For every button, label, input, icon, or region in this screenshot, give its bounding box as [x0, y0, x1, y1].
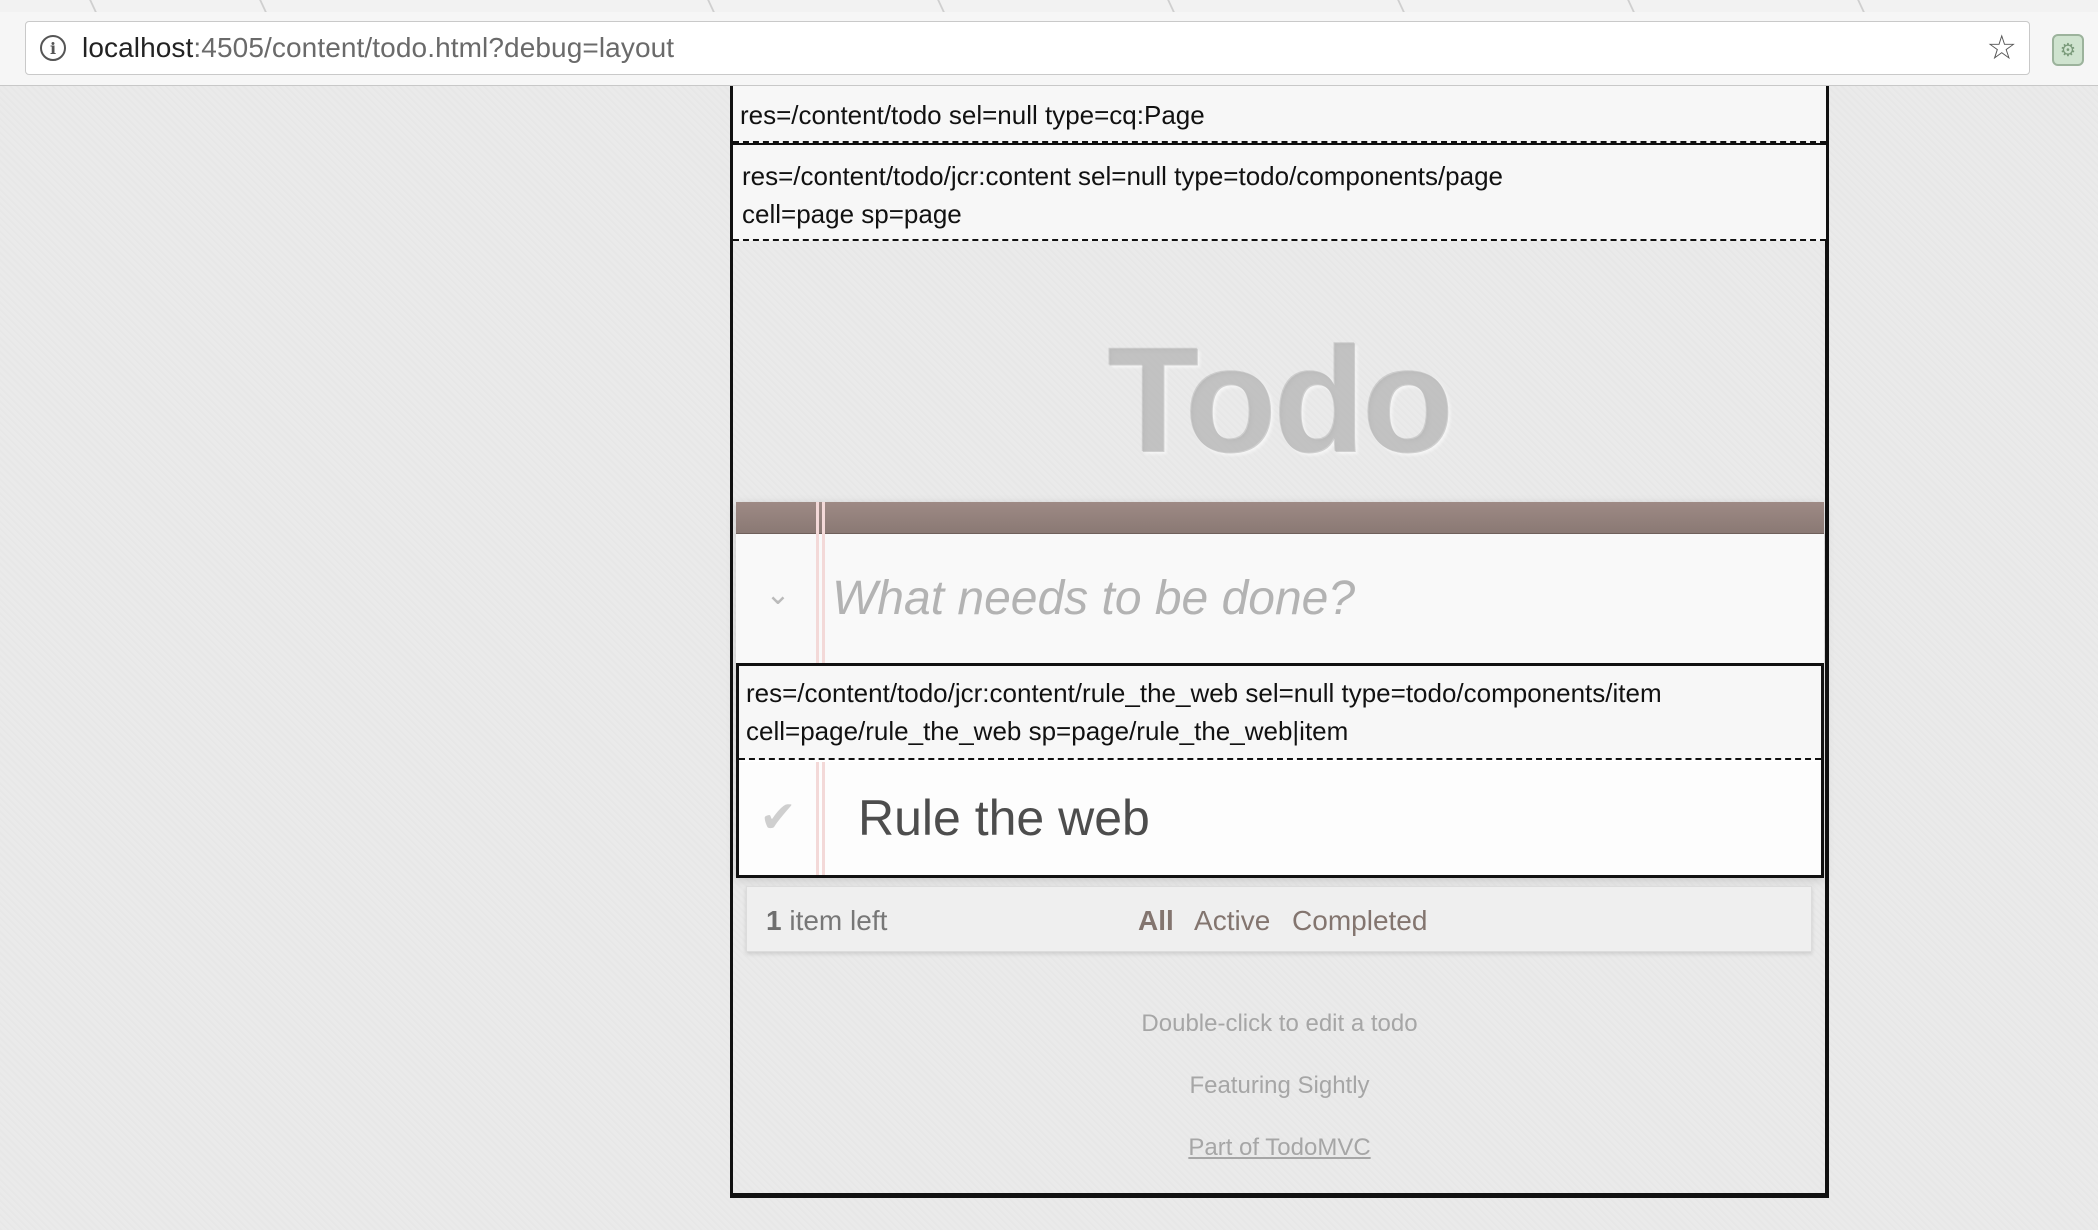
- tab-separator: [1857, 0, 1865, 12]
- todo-count: 1 item left: [766, 905, 887, 937]
- debug-item-label-line2: cell=page/rule_the_web sp=page/rule_the_…: [746, 716, 1349, 746]
- todo-count-text: item left: [781, 905, 888, 936]
- tab-separator: [707, 0, 715, 12]
- url-path: :4505/content/todo.html?debug=layout: [193, 32, 675, 63]
- todo-item-label[interactable]: Rule the web: [858, 790, 1150, 846]
- todomvc-link[interactable]: Part of TodoMVC: [1188, 1134, 1370, 1161]
- info-icon[interactable]: i: [40, 35, 66, 61]
- debug-item-label: res=/content/todo/jcr:content/rule_the_w…: [739, 666, 1821, 760]
- app-header-bar: [736, 502, 1824, 534]
- tab-separator: [937, 0, 945, 12]
- browser-toolbar: i localhost:4505/content/todo.html?debug…: [0, 12, 2098, 86]
- new-todo-input[interactable]: [832, 558, 1802, 638]
- extension-icon[interactable]: ⚙: [2052, 34, 2084, 66]
- filters: All Active Completed: [1138, 905, 1441, 937]
- filter-completed[interactable]: Completed: [1292, 905, 1427, 936]
- tab-separator: [1397, 0, 1405, 12]
- info-featuring: Featuring Sightly: [1189, 1072, 1370, 1099]
- url-host: localhost: [82, 32, 194, 63]
- tab-separator: [259, 0, 267, 12]
- address-bar[interactable]: i localhost:4505/content/todo.html?debug…: [25, 21, 2030, 75]
- url-text[interactable]: localhost:4505/content/todo.html?debug=l…: [82, 32, 674, 64]
- todo-count-number: 1: [766, 905, 782, 936]
- notebook-margin-line: [822, 762, 825, 875]
- bookmark-star-icon[interactable]: ☆: [1987, 30, 2017, 66]
- page-title: Todo: [1107, 316, 1454, 484]
- debug-content-label: res=/content/todo/jcr:content sel=null t…: [733, 145, 1826, 241]
- tab-separator: [89, 0, 97, 12]
- debug-page-label-text: res=/content/todo sel=null type=cq:Page: [740, 100, 1205, 130]
- notebook-margin-line: [816, 762, 819, 875]
- info-edit-hint: Double-click to edit a todo: [1141, 1010, 1418, 1037]
- info-todomvc: Part of TodoMVC: [733, 1134, 1826, 1162]
- toggle-all-chevron-icon[interactable]: ⌄︎: [760, 575, 796, 615]
- filter-all[interactable]: All: [1138, 905, 1174, 936]
- tab-separator: [1627, 0, 1635, 12]
- tab-separator: [1167, 0, 1175, 12]
- checkmark-icon[interactable]: ✔: [758, 790, 798, 846]
- debug-content-label-line1: res=/content/todo/jcr:content sel=null t…: [742, 161, 1504, 191]
- debug-item-label-line1: res=/content/todo/jcr:content/rule_the_w…: [746, 678, 1662, 708]
- debug-content-label-line2: cell=page sp=page: [742, 199, 962, 229]
- tab-strip: [0, 0, 2098, 12]
- debug-page-label: res=/content/todo sel=null type=cq:Page: [733, 86, 1826, 143]
- filter-active[interactable]: Active: [1194, 905, 1270, 936]
